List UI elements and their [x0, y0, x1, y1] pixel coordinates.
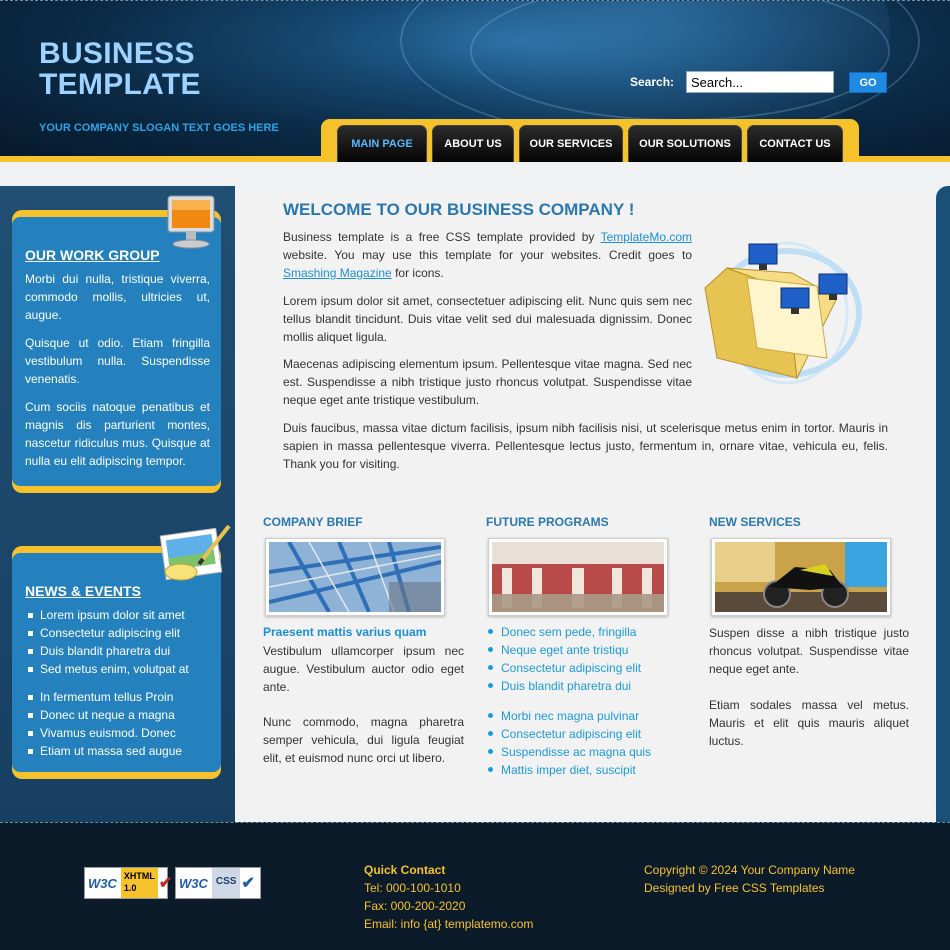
- nav-our-services[interactable]: OUR SERVICES: [519, 125, 623, 162]
- smashing-magazine-link[interactable]: Smashing Magazine: [283, 266, 392, 280]
- site-title-line2: TEMPLATE: [39, 68, 201, 101]
- news-list-item[interactable]: Sed metus enim, volutpat at: [25, 660, 210, 678]
- badge-xhtml-label: XHTML: [123, 871, 155, 881]
- copyright: Copyright © 2024 Your Company Name: [644, 863, 855, 877]
- nav-about-us[interactable]: ABOUT US: [432, 125, 514, 162]
- check-icon: ✔: [158, 875, 173, 892]
- intro-paragraph: Business template is a free CSS template…: [283, 228, 692, 282]
- company-brief-title: COMPANY BRIEF: [263, 515, 363, 529]
- body-paragraph: Lorem ipsum dolor sit amet, consectetuer…: [283, 294, 692, 344]
- future-programs-item[interactable]: Duis blandit pharetra dui: [487, 677, 641, 695]
- intro-text: website. You may use this template for y…: [283, 248, 692, 262]
- search-input[interactable]: [686, 71, 834, 93]
- future-programs-title: FUTURE PROGRAMS: [486, 515, 609, 529]
- news-list-item[interactable]: Vivamus euismod. Donec: [25, 724, 210, 742]
- future-programs-item[interactable]: Consectetur adipiscing elit: [487, 659, 641, 677]
- news-list-item[interactable]: Duis blandit pharetra dui: [25, 642, 210, 660]
- news-list-item[interactable]: Etiam ut massa sed augue: [25, 742, 210, 760]
- new-services-image: [711, 538, 891, 616]
- contact-tel: Tel: 000-100-1010: [364, 881, 461, 895]
- site-slogan: YOUR COMPANY SLOGAN TEXT GOES HERE: [39, 122, 279, 134]
- new-services-text: Suspen disse a nibh tristique justo rhon…: [709, 626, 909, 676]
- future-programs-image: [488, 538, 668, 616]
- new-services-text: Etiam sodales massa vel metus. Mauris et…: [709, 698, 909, 748]
- company-brief-subtitle[interactable]: Praesent mattis varius quam: [263, 625, 426, 639]
- nav-our-solutions[interactable]: OUR SOLUTIONS: [628, 125, 742, 162]
- future-programs-item[interactable]: Consectetur adipiscing elit: [487, 725, 651, 743]
- contact-email: Email: info {at} templatemo.com: [364, 917, 534, 931]
- w3c-logo-text: W3C: [88, 875, 117, 891]
- paint-palette-icon: [155, 522, 235, 593]
- w3c-xhtml-badge[interactable]: W3C XHTML 1.0 ✔: [84, 867, 172, 899]
- news-list-item[interactable]: Lorem ipsum dolor sit amet: [25, 606, 210, 624]
- company-brief-text: Vestibulum ullamcorper ipsum nec augue. …: [263, 644, 464, 694]
- nav-contact-us[interactable]: CONTACT US: [747, 125, 843, 162]
- designed-by[interactable]: Designed by Free CSS Templates: [644, 879, 825, 897]
- future-programs-item[interactable]: Neque eget ante tristiqu: [487, 641, 641, 659]
- news-list-item[interactable]: Consectetur adipiscing elit: [25, 624, 210, 642]
- nav-main-page[interactable]: MAIN PAGE: [337, 125, 427, 162]
- future-programs-list: Morbi nec magna pulvinar Consectetur adi…: [487, 707, 651, 779]
- future-programs-list: Donec sem pede, fringilla Neque eget ant…: [487, 623, 641, 695]
- quick-contact-title: Quick Contact: [364, 863, 446, 877]
- body-paragraph: Duis faucibus, massa vitae dictum facili…: [283, 421, 888, 471]
- intro-text: Business template is a free CSS template…: [283, 230, 601, 244]
- future-programs-item[interactable]: Morbi nec magna pulvinar: [487, 707, 651, 725]
- badge-css-label: CSS: [211, 868, 241, 898]
- news-list-item[interactable]: In fermentum tellus Proin: [25, 688, 210, 706]
- monitor-icon: [164, 192, 226, 259]
- future-programs-item[interactable]: Suspendisse ac magna quis: [487, 743, 651, 761]
- company-brief-text: Nunc commodo, magna pharetra semper vehi…: [263, 715, 464, 765]
- news-list-item[interactable]: Donec ut neque a magna: [25, 706, 210, 724]
- badge-xhtml-version: 1.0: [123, 883, 137, 893]
- new-services-title: NEW SERVICES: [709, 515, 801, 529]
- company-brief-image: [265, 538, 445, 616]
- news-list: Lorem ipsum dolor sit amet Consectetur a…: [25, 606, 210, 678]
- future-programs-item[interactable]: Mattis imper diet, suscipit: [487, 761, 651, 779]
- contact-fax: Fax: 000-200-2020: [364, 899, 466, 913]
- work-group-paragraph: Quisque ut odio. Etiam fringilla vestibu…: [25, 336, 210, 386]
- news-list: In fermentum tellus Proin Donec ut neque…: [25, 688, 210, 760]
- main-nav: MAIN PAGE ABOUT US OUR SERVICES OUR SOLU…: [337, 125, 843, 162]
- w3c-logo-text: W3C: [179, 875, 208, 891]
- welcome-title: WELCOME TO OUR BUSINESS COMPANY !: [283, 200, 635, 219]
- intro-text: for icons.: [391, 266, 444, 280]
- templatemo-link[interactable]: TemplateMo.com: [601, 230, 692, 244]
- future-programs-item[interactable]: Donec sem pede, fringilla: [487, 623, 641, 641]
- site-title[interactable]: BUSINESS TEMPLATE: [39, 38, 201, 100]
- work-group-paragraph: Cum sociis natoque penatibus et magnis d…: [25, 400, 210, 468]
- check-icon: ✔: [241, 875, 255, 892]
- go-button[interactable]: GO: [849, 72, 887, 93]
- network-folder-illustration: [697, 228, 867, 388]
- body-paragraph: Maecenas adipiscing elementum ipsum. Pel…: [283, 357, 692, 407]
- w3c-css-badge[interactable]: W3C CSS ✔: [175, 867, 261, 899]
- search-label: Search:: [630, 75, 675, 89]
- work-group-paragraph: Morbi dui nulla, tristique viverra, comm…: [25, 272, 210, 322]
- site-title-line1: BUSINESS: [39, 37, 195, 70]
- right-edge-strip: [936, 186, 950, 822]
